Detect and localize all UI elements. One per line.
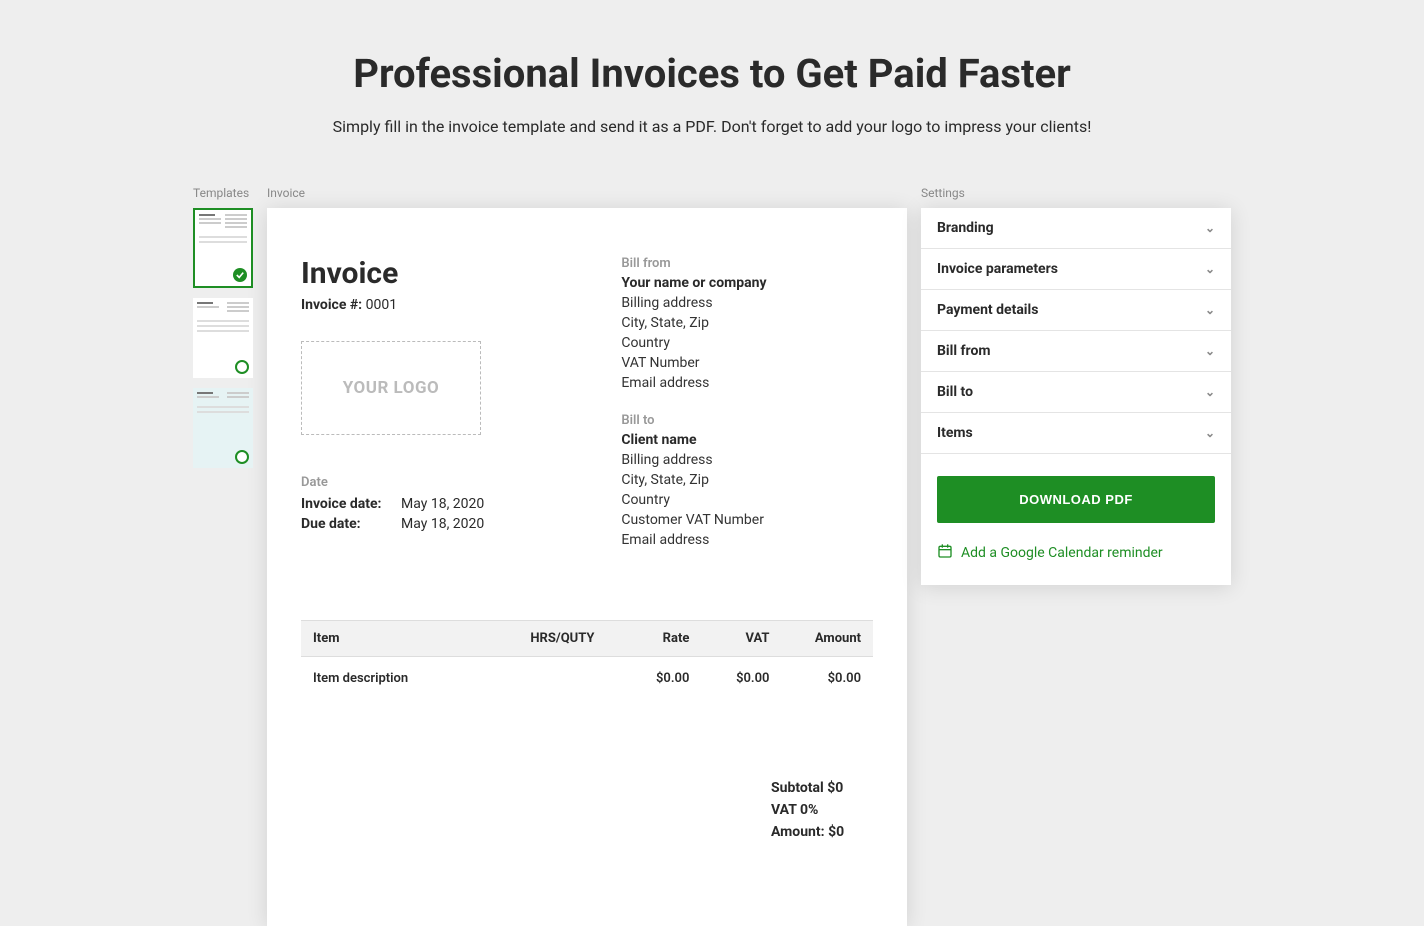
template-option-1[interactable] bbox=[193, 208, 253, 288]
chevron-down-icon: ⌄ bbox=[1205, 303, 1215, 317]
bill-to-city[interactable]: City, State, Zip bbox=[621, 472, 873, 488]
bill-to-name[interactable]: Client name bbox=[621, 432, 873, 448]
chevron-down-icon: ⌄ bbox=[1205, 385, 1215, 399]
calendar-icon bbox=[937, 543, 953, 563]
invoice-label: Invoice bbox=[267, 186, 907, 200]
bill-from-country[interactable]: Country bbox=[621, 335, 873, 351]
accordion-items[interactable]: Items ⌄ bbox=[921, 413, 1231, 454]
cell-qty[interactable] bbox=[518, 657, 621, 701]
accordion-invoice-parameters[interactable]: Invoice parameters ⌄ bbox=[921, 249, 1231, 290]
cell-vat[interactable]: $0.00 bbox=[701, 657, 781, 701]
cell-amount[interactable]: $0.00 bbox=[781, 657, 873, 701]
invoice-date-label: Invoice date: bbox=[301, 496, 401, 512]
accordion-bill-to[interactable]: Bill to ⌄ bbox=[921, 372, 1231, 413]
circle-icon bbox=[235, 360, 249, 374]
add-calendar-reminder-link[interactable]: Add a Google Calendar reminder bbox=[937, 543, 1215, 563]
invoice-date-value[interactable]: May 18, 2020 bbox=[401, 496, 484, 512]
download-pdf-button[interactable]: DOWNLOAD PDF bbox=[937, 476, 1215, 523]
page-subtitle: Simply fill in the invoice template and … bbox=[0, 117, 1424, 136]
vat-line: VAT 0% bbox=[771, 802, 873, 818]
chevron-down-icon: ⌄ bbox=[1205, 221, 1215, 235]
accordion-label: Bill from bbox=[937, 343, 991, 359]
invoice-number-value[interactable]: 0001 bbox=[366, 297, 397, 313]
invoice-number-label: Invoice #: bbox=[301, 297, 362, 313]
invoice-preview: Invoice Invoice #: 0001 YOUR LOGO Date I… bbox=[267, 208, 907, 926]
bill-to-country[interactable]: Country bbox=[621, 492, 873, 508]
col-item: Item bbox=[301, 621, 518, 657]
template-option-3[interactable] bbox=[193, 388, 253, 468]
logo-upload[interactable]: YOUR LOGO bbox=[301, 341, 481, 435]
items-table: Item HRS/QUTY Rate VAT Amount Item descr… bbox=[301, 620, 873, 700]
bill-to-label: Bill to bbox=[621, 413, 873, 428]
accordion-label: Payment details bbox=[937, 302, 1038, 318]
bill-from-email[interactable]: Email address bbox=[621, 375, 873, 391]
bill-from-address[interactable]: Billing address bbox=[621, 295, 873, 311]
table-row[interactable]: Item description $0.00 $0.00 $0.00 bbox=[301, 657, 873, 701]
subtotal-line: Subtotal $0 bbox=[771, 780, 873, 796]
bill-from-label: Bill from bbox=[621, 256, 873, 271]
template-option-2[interactable] bbox=[193, 298, 253, 378]
accordion-bill-from[interactable]: Bill from ⌄ bbox=[921, 331, 1231, 372]
bill-from-vat[interactable]: VAT Number bbox=[621, 355, 873, 371]
bill-to-email[interactable]: Email address bbox=[621, 532, 873, 548]
chevron-down-icon: ⌄ bbox=[1205, 344, 1215, 358]
accordion-label: Invoice parameters bbox=[937, 261, 1058, 277]
accordion-branding[interactable]: Branding ⌄ bbox=[921, 208, 1231, 249]
accordion-payment-details[interactable]: Payment details ⌄ bbox=[921, 290, 1231, 331]
templates-label: Templates bbox=[193, 186, 253, 200]
date-section-label: Date bbox=[301, 475, 587, 490]
chevron-down-icon: ⌄ bbox=[1205, 426, 1215, 440]
bill-from-name[interactable]: Your name or company bbox=[621, 275, 873, 291]
accordion-label: Bill to bbox=[937, 384, 973, 400]
bill-from-city[interactable]: City, State, Zip bbox=[621, 315, 873, 331]
bill-to-vat[interactable]: Customer VAT Number bbox=[621, 512, 873, 528]
invoice-heading[interactable]: Invoice bbox=[301, 256, 587, 291]
reminder-label: Add a Google Calendar reminder bbox=[961, 545, 1163, 561]
accordion-label: Items bbox=[937, 425, 973, 441]
chevron-down-icon: ⌄ bbox=[1205, 262, 1215, 276]
cell-item[interactable]: Item description bbox=[301, 657, 518, 701]
col-qty: HRS/QUTY bbox=[518, 621, 621, 657]
bill-to-address[interactable]: Billing address bbox=[621, 452, 873, 468]
col-rate: Rate bbox=[621, 621, 701, 657]
page-title: Professional Invoices to Get Paid Faster bbox=[0, 50, 1424, 97]
due-date-label: Due date: bbox=[301, 516, 401, 532]
cell-rate[interactable]: $0.00 bbox=[621, 657, 701, 701]
settings-label: Settings bbox=[921, 186, 1231, 200]
accordion-label: Branding bbox=[937, 220, 994, 236]
check-icon bbox=[233, 268, 247, 282]
circle-icon bbox=[235, 450, 249, 464]
col-vat: VAT bbox=[701, 621, 781, 657]
amount-line: Amount: $0 bbox=[771, 824, 873, 840]
col-amount: Amount bbox=[781, 621, 873, 657]
due-date-value[interactable]: May 18, 2020 bbox=[401, 516, 484, 532]
